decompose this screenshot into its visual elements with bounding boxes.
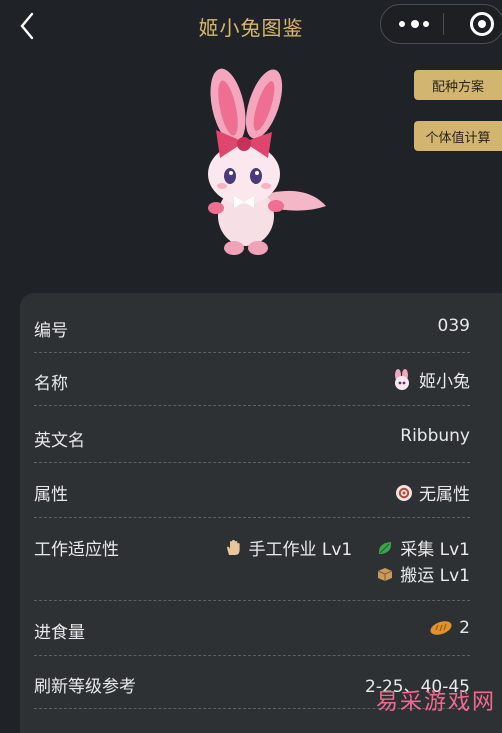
bread-icon [430,621,452,635]
box-icon [377,567,393,581]
english-label: 英文名 [34,431,85,451]
work-gathering-text: 采集 Lv1 [400,540,470,560]
row-number: 编号 039 [34,308,470,353]
breeding-plan-button[interactable]: 配种方案 [414,70,502,100]
row-food: 进食量 2 [34,601,470,656]
row-name: 名称 姬小兔 [34,353,470,406]
work-handiwork-text: 手工作业 Lv1 [248,540,353,560]
ribbuny-sprite-image [208,68,326,255]
leaf-icon [379,541,392,554]
row-element: 属性 无属性 [34,463,470,518]
refresh-label: 刷新等级参考 [34,677,136,697]
name-value: 姬小兔 [419,372,470,392]
name-label: 名称 [34,374,68,394]
number-value: 039 [437,316,470,336]
row-work-suitability: 工作适应性 手工作业 Lv1 采集 Lv1 搬运 Lv1 [34,518,470,601]
hand-icon [227,539,241,555]
work-transport-text: 搬运 Lv1 [400,566,470,586]
ribbuny-mini-icon [395,368,409,390]
number-label: 编号 [34,321,68,341]
row-english-name: 英文名 Ribbuny [34,406,470,463]
work-label: 工作适应性 [34,540,119,560]
close-target-icon[interactable] [469,11,495,37]
watermark-logo: 易采游戏网 [375,690,496,715]
top-bar: 姬小兔图鉴 [0,0,502,52]
food-value-group: 2 [429,618,470,638]
work-line-2: 搬运 Lv1 [376,561,470,586]
neutral-element-icon [396,484,412,501]
element-value: 无属性 [419,485,470,505]
capsule-divider [443,13,444,35]
name-value-group: 姬小兔 [391,367,470,392]
more-dots-icon[interactable] [399,15,429,33]
element-label: 属性 [34,485,68,505]
food-value: 2 [459,618,470,638]
work-line-1: 手工作业 Lv1 采集 Lv1 [224,535,470,560]
mini-program-capsule [380,4,502,44]
element-value-group: 无属性 [395,480,470,505]
english-value: Ribbuny [400,426,470,446]
iv-calculator-button[interactable]: 个体值计算 [414,121,502,151]
food-label: 进食量 [34,623,85,643]
